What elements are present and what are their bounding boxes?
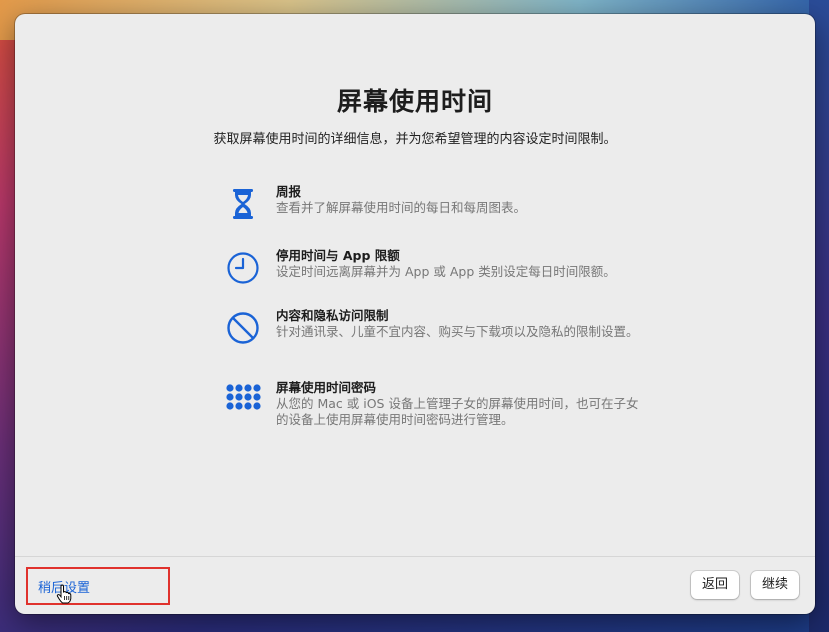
clock-icon <box>227 252 259 284</box>
feature-text: 周报 查看并了解屏幕使用时间的每日和每周图表。 <box>276 184 641 216</box>
feature-title: 停用时间与 App 限额 <box>276 248 400 263</box>
hourglass-icon <box>233 189 253 219</box>
screen-time-setup-window: 屏幕使用时间 获取屏幕使用时间的详细信息，并为您希望管理的内容设定时间限制。 周… <box>15 14 815 614</box>
hand-pointer-cursor-icon <box>56 584 72 604</box>
feature-description: 针对通讯录、儿童不宜内容、购买与下载项以及隐私的限制设置。 <box>276 324 639 339</box>
page-title: 屏幕使用时间 <box>336 87 493 116</box>
feature-text: 停用时间与 App 限额 设定时间远离屏幕并为 App 或 App 类别设定每日… <box>276 248 641 280</box>
feature-description: 设定时间远离屏幕并为 App 或 App 类别设定每日时间限额。 <box>276 264 616 279</box>
feature-title: 屏幕使用时间密码 <box>276 380 377 395</box>
feature-title: 内容和隐私访问限制 <box>276 308 389 323</box>
set-up-later-highlight: 稍后设置 <box>26 567 170 605</box>
feature-title: 周报 <box>276 184 302 199</box>
page-subtitle: 获取屏幕使用时间的详细信息，并为您希望管理的内容设定时间限制。 <box>213 132 617 147</box>
passcode-keypad-icon <box>226 384 261 410</box>
feature-description: 查看并了解屏幕使用时间的每日和每周图表。 <box>276 200 527 215</box>
footer-divider <box>15 556 815 557</box>
restriction-icon <box>227 312 259 344</box>
feature-description: 从您的 Mac 或 iOS 设备上管理子女的屏幕使用时间，也可在子女的设备上使用… <box>276 396 639 427</box>
feature-text: 内容和隐私访问限制 针对通讯录、儿童不宜内容、购买与下载项以及隐私的限制设置。 <box>276 308 641 340</box>
feature-text: 屏幕使用时间密码 从您的 Mac 或 iOS 设备上管理子女的屏幕使用时间，也可… <box>276 380 641 428</box>
continue-button[interactable]: 继续 <box>751 571 799 599</box>
back-button[interactable]: 返回 <box>691 571 739 599</box>
